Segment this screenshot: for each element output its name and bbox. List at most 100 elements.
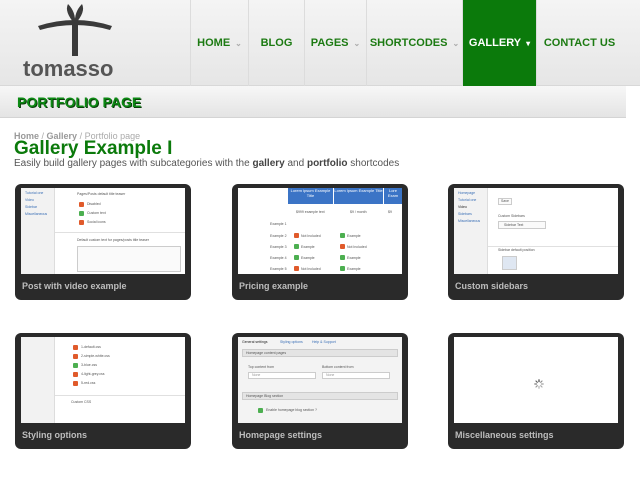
- gallery-card[interactable]: Tutorial one Video Sidebar Miscellaneous…: [15, 184, 191, 300]
- cross-icon: [294, 266, 299, 271]
- nav-contact[interactable]: CONTACT US: [536, 0, 622, 86]
- card-caption: Styling options: [22, 430, 87, 440]
- check-icon: [258, 408, 263, 413]
- card-thumbnail: Lorem ipsum Example Title Lorem ipsum Ex…: [238, 188, 402, 274]
- mini-tab: Help & Support: [312, 340, 336, 344]
- mini-textarea: [77, 246, 181, 272]
- mini-price: $9: [388, 210, 392, 214]
- nav-gallery[interactable]: GALLERY ▾: [462, 0, 536, 86]
- nav-pages-label: PAGES: [310, 37, 349, 49]
- mini-row-label: Example 3: [270, 245, 287, 249]
- mini-cell: Example: [347, 267, 361, 271]
- card-thumbnail: [454, 337, 618, 423]
- mini-label: Sidebar default position: [498, 248, 535, 252]
- gallery-card[interactable]: General settings Styling options Help & …: [232, 333, 408, 449]
- mini-cell: Example: [301, 245, 315, 249]
- subtitle-bold-portfolio: portfolio: [306, 158, 348, 169]
- radio-icon: [73, 363, 78, 368]
- nav-contact-label: CONTACT US: [543, 37, 616, 49]
- logo-text: tomasso: [23, 56, 114, 81]
- mini-option: 2-simple-white.css: [81, 354, 110, 358]
- mini-layout-option: [502, 256, 517, 270]
- mini-cell: Example: [347, 256, 361, 260]
- mini-option: 4-light-grey.css: [81, 372, 105, 376]
- mini-cell: Example: [347, 234, 361, 238]
- mini-select-value: None: [252, 373, 261, 377]
- nav-shortcodes-label: SHORTCODES: [369, 37, 448, 49]
- subtitle-text: shortcodes: [347, 158, 400, 169]
- mini-sidebar-item: Video: [458, 205, 467, 209]
- radio-icon: [73, 345, 78, 350]
- cross-icon: [340, 244, 345, 249]
- card-caption: Custom sidebars: [455, 281, 529, 291]
- mini-price-header: Lorem ipsum Example Title: [288, 188, 333, 204]
- mini-label: Custom CSS: [71, 400, 92, 404]
- mini-select-value: None: [326, 373, 335, 377]
- mini-row-label: Example 4: [270, 256, 287, 260]
- mini-sidebar-item: Tutorial one: [25, 191, 44, 195]
- mini-sidebar: Homepage Tutorial one Video Sidebars Mis…: [454, 188, 488, 274]
- page-subtitle: Easily build gallery pages with subcateg…: [14, 158, 399, 169]
- mini-option: 1-default.css: [81, 345, 101, 349]
- radio-icon: [73, 381, 78, 386]
- mini-price: $9 / month: [350, 210, 367, 214]
- mini-sidebar-item: Sidebars: [458, 212, 472, 216]
- radio-icon: [79, 211, 84, 216]
- mini-label: Bottom content from: [322, 365, 354, 369]
- mini-heading: Custom Sidebars: [498, 214, 525, 218]
- subtitle-text: and: [284, 158, 307, 169]
- banner-title: PORTFOLIO PAGE: [17, 94, 142, 110]
- mini-divider: [55, 232, 185, 233]
- cross-icon: [294, 233, 299, 238]
- mini-label: Default custom text for pages/posts titl…: [77, 238, 149, 242]
- nav-pages[interactable]: PAGES ⌄: [304, 0, 366, 86]
- mini-sidebar-item: Tutorial one: [458, 198, 477, 202]
- main-nav: HOME ⌄ BLOG PAGES ⌄ SHORTCODES ⌄ GALLERY…: [190, 0, 622, 86]
- mini-cell: Example: [301, 256, 315, 260]
- mini-row-label: Example 1: [270, 222, 287, 226]
- mini-tab: Styling options: [280, 340, 303, 344]
- check-icon: [294, 255, 299, 260]
- card-thumbnail: Homepage Tutorial one Video Sidebars Mis…: [454, 188, 618, 274]
- mini-option: 5-red.css: [81, 381, 96, 385]
- nav-home-label: HOME: [197, 37, 231, 49]
- mini-sidebar-item: Miscellaneous: [458, 219, 481, 223]
- check-icon: [340, 266, 345, 271]
- subtitle-bold-gallery: gallery: [252, 158, 285, 169]
- mini-option: Custom text: [87, 211, 106, 215]
- card-caption: Post with video example: [22, 281, 127, 291]
- radio-icon: [73, 354, 78, 359]
- mini-divider: [488, 246, 618, 247]
- check-icon: [340, 233, 345, 238]
- mini-section-title: Homepage content pages: [246, 351, 287, 355]
- caret-down-icon: ▾: [526, 38, 531, 48]
- gallery-card[interactable]: Lorem ipsum Example Title Lorem ipsum Ex…: [232, 184, 408, 300]
- mini-cell: Not Included: [347, 245, 367, 249]
- mini-price-header: Lore Exam: [384, 188, 402, 204]
- mini-checkbox-label: Enable homepage blog section ?: [266, 408, 317, 412]
- nav-blog[interactable]: BLOG: [248, 0, 304, 86]
- nav-home[interactable]: HOME ⌄: [190, 0, 248, 86]
- chevron-down-icon: ⌄: [235, 38, 242, 48]
- mini-sidebar-item: Homepage: [458, 191, 476, 195]
- card-thumbnail: General settings Styling options Help & …: [238, 337, 402, 423]
- nav-gallery-label: GALLERY: [468, 37, 522, 49]
- card-caption: Pricing example: [239, 281, 309, 291]
- mini-option: Disabled: [87, 202, 101, 206]
- check-icon: [340, 255, 345, 260]
- gallery-card[interactable]: Miscellaneous settings: [448, 333, 624, 449]
- mini-sidebar-item: Sidebar: [25, 205, 38, 209]
- card-caption: Miscellaneous settings: [455, 430, 554, 440]
- mini-option: Social icons: [87, 220, 106, 224]
- radio-icon: [79, 202, 84, 207]
- site-logo[interactable]: tomasso: [20, 4, 130, 82]
- mini-divider: [55, 395, 185, 396]
- mini-sidebar-item: Miscellaneous: [25, 212, 48, 216]
- mini-row-label: Example 2: [270, 234, 287, 238]
- gallery-card[interactable]: 1-default.css 2-simple-white.css 3-blue.…: [15, 333, 191, 449]
- nav-blog-label: BLOG: [260, 37, 293, 49]
- chevron-down-icon: ⌄: [353, 38, 361, 48]
- mini-save-label: Save: [501, 199, 509, 203]
- nav-shortcodes[interactable]: SHORTCODES ⌄: [366, 0, 462, 86]
- gallery-card[interactable]: Homepage Tutorial one Video Sidebars Mis…: [448, 184, 624, 300]
